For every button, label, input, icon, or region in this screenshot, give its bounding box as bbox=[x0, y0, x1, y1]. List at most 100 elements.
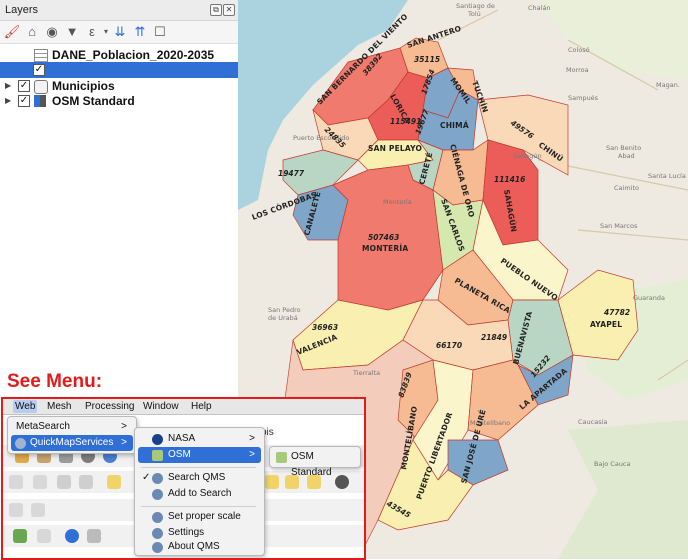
layer-checkbox[interactable]: ✓ bbox=[18, 80, 30, 92]
menu-item-quickmapservices[interactable]: QuickMapServices > bbox=[11, 435, 133, 451]
toolbar-icon[interactable] bbox=[13, 529, 27, 543]
menu-window[interactable]: Window bbox=[141, 400, 181, 413]
basemap-label: Santa Lucía bbox=[648, 172, 686, 180]
layer-label-dane: DANE_Poblacion_2020-2035 bbox=[52, 48, 215, 62]
muni-value-66170: 66170 bbox=[436, 341, 462, 350]
basemap-label: Abad bbox=[618, 152, 635, 160]
polygon-layer-icon bbox=[34, 80, 48, 94]
layer-label-osm: OSM Standard bbox=[52, 94, 135, 108]
osm-menu: OSM Standard bbox=[269, 446, 361, 478]
basemap-label: de Urabá bbox=[268, 314, 298, 322]
paintbrush-icon[interactable]: 🖌 bbox=[4, 24, 21, 40]
expand-arrow-icon[interactable]: ▶ bbox=[5, 93, 11, 109]
menu-item-about-qms[interactable]: About QMS bbox=[138, 540, 261, 554]
table-icon bbox=[34, 49, 48, 63]
basemap-label: Magan. bbox=[656, 81, 680, 89]
menu-item-add-to-search[interactable]: Add to Search bbox=[138, 486, 261, 502]
redo-icon[interactable] bbox=[79, 475, 93, 489]
muni-value-san-antero: 35115 bbox=[414, 55, 440, 64]
muni-value-los-cordobas: 19477 bbox=[278, 169, 305, 178]
layer-row-dane[interactable]: DANE_Poblacion_2020-2035 bbox=[0, 47, 238, 63]
layer-checkbox[interactable]: ✓ bbox=[18, 95, 30, 107]
basemap-label: Caucasia bbox=[578, 418, 607, 426]
menu-mesh[interactable]: Mesh bbox=[45, 400, 73, 413]
float-panel-icon[interactable]: ⧉ bbox=[210, 4, 222, 16]
layer-row-municipios[interactable]: ▶ ✓ Municipios bbox=[0, 78, 238, 94]
basemap-label: Caimito bbox=[614, 184, 639, 192]
add-group-icon[interactable]: ⌂ bbox=[24, 24, 40, 40]
menu-separator bbox=[141, 467, 256, 468]
layer-row-selected[interactable]: ✓ bbox=[0, 62, 238, 78]
menu-screenshot-frame: Web Mesh Processing Window Help bis Meta… bbox=[1, 397, 366, 560]
basemap-label: Morroa bbox=[566, 66, 589, 74]
menu-item-metasearch[interactable]: MetaSearch > bbox=[11, 419, 133, 435]
basemap-label: Bajo Cauca bbox=[594, 460, 631, 468]
muni-label-monteria: MONTERÍA bbox=[362, 244, 408, 253]
label-icon[interactable] bbox=[265, 475, 279, 489]
expand-all-icon[interactable]: ⇊ bbox=[112, 24, 128, 40]
menu-web[interactable]: Web bbox=[13, 400, 38, 413]
basemap-label: Guaranda bbox=[633, 294, 665, 302]
muni-label-ayapel: AYAPEL bbox=[590, 320, 622, 329]
tile-layer-icon bbox=[34, 95, 46, 107]
layer-label-municipios: Municipios bbox=[52, 79, 115, 93]
muni-label-san-pelayo: SAN PELAYO bbox=[368, 144, 422, 153]
osm-icon bbox=[276, 452, 287, 463]
toolbar-icon[interactable] bbox=[31, 503, 45, 517]
close-panel-icon[interactable]: ✕ bbox=[223, 4, 235, 16]
basemap-label: San Pedro bbox=[268, 306, 301, 314]
basemap-label: Santiago de bbox=[456, 2, 495, 10]
muni-value-ayapel: 47782 bbox=[604, 308, 630, 317]
basemap-label: Montería bbox=[383, 198, 412, 206]
layer-checkbox[interactable]: ✓ bbox=[33, 64, 45, 76]
layers-toolbar: 🖌 ⌂ ◉ ▼ ε ▾ ⇊ ⇈ ☐ bbox=[0, 21, 238, 44]
menu-item-osm-standard[interactable]: OSM Standard bbox=[273, 449, 357, 478]
basemap-label: Tierralta bbox=[352, 369, 380, 377]
toolbar-icon[interactable] bbox=[33, 475, 47, 489]
checkmark-icon: ✓ bbox=[142, 472, 151, 483]
muni-value-monteria: 507463 bbox=[368, 233, 399, 242]
muni-value-sahagun: 111416 bbox=[494, 175, 525, 184]
qms-menu: NASA > OSM > ✓ Search QMS Add to Search … bbox=[134, 427, 265, 556]
toolbar-icon[interactable] bbox=[9, 475, 23, 489]
basemap-label: Tolú bbox=[467, 10, 481, 18]
basemap-label: San Marcos bbox=[600, 222, 638, 230]
toolbar-icon[interactable] bbox=[37, 529, 51, 543]
menu-item-search-qms[interactable]: ✓ Search QMS bbox=[138, 470, 261, 486]
undo-icon[interactable] bbox=[57, 475, 71, 489]
muni-value-buenavista: 21849 bbox=[481, 333, 507, 342]
menu-item-settings[interactable]: Settings bbox=[138, 525, 261, 541]
muni-label-chima: CHIMÁ bbox=[440, 121, 469, 130]
osm-icon bbox=[152, 450, 163, 461]
menu-help[interactable]: Help bbox=[189, 400, 214, 413]
menu-item-set-proper-scale[interactable]: Set proper scale bbox=[138, 509, 261, 525]
see-menu-heading: See Menu: bbox=[7, 371, 103, 392]
remove-layer-icon[interactable]: ☐ bbox=[152, 24, 168, 40]
qms-icon bbox=[152, 528, 163, 539]
basemap-label: Colosó bbox=[568, 46, 590, 54]
menu-processing[interactable]: Processing bbox=[83, 400, 136, 413]
basemap-label: San Benito bbox=[606, 144, 641, 152]
eye-icon[interactable]: ◉ bbox=[44, 24, 60, 40]
menu-item-osm[interactable]: OSM > bbox=[138, 447, 261, 463]
web-menu: MetaSearch > QuickMapServices > bbox=[7, 416, 137, 454]
toolbar-icon[interactable] bbox=[9, 503, 23, 517]
expand-arrow-icon[interactable]: ▶ bbox=[5, 78, 11, 94]
menu-separator bbox=[141, 506, 256, 507]
qms-icon bbox=[15, 438, 26, 449]
menu-item-nasa[interactable]: NASA > bbox=[138, 431, 261, 447]
info-icon[interactable] bbox=[65, 529, 79, 543]
collapse-all-icon[interactable]: ⇈ bbox=[132, 24, 148, 40]
filter-icon[interactable]: ▼ bbox=[64, 24, 80, 40]
qms-icon bbox=[152, 473, 163, 484]
layers-panel-title: Layers bbox=[5, 4, 39, 16]
basemap-label: Chalán bbox=[528, 4, 551, 12]
layer-row-osm[interactable]: ▶ ✓ OSM Standard bbox=[0, 93, 238, 109]
layers-panel-title-bar: Layers ⧉ ✕ bbox=[0, 0, 238, 21]
qms-icon bbox=[152, 489, 163, 500]
wrench-icon[interactable] bbox=[87, 529, 101, 543]
basemap-label: Sampués bbox=[568, 94, 599, 102]
qms-icon bbox=[152, 512, 163, 523]
qms-icon bbox=[152, 542, 163, 553]
label-icon[interactable] bbox=[107, 475, 121, 489]
